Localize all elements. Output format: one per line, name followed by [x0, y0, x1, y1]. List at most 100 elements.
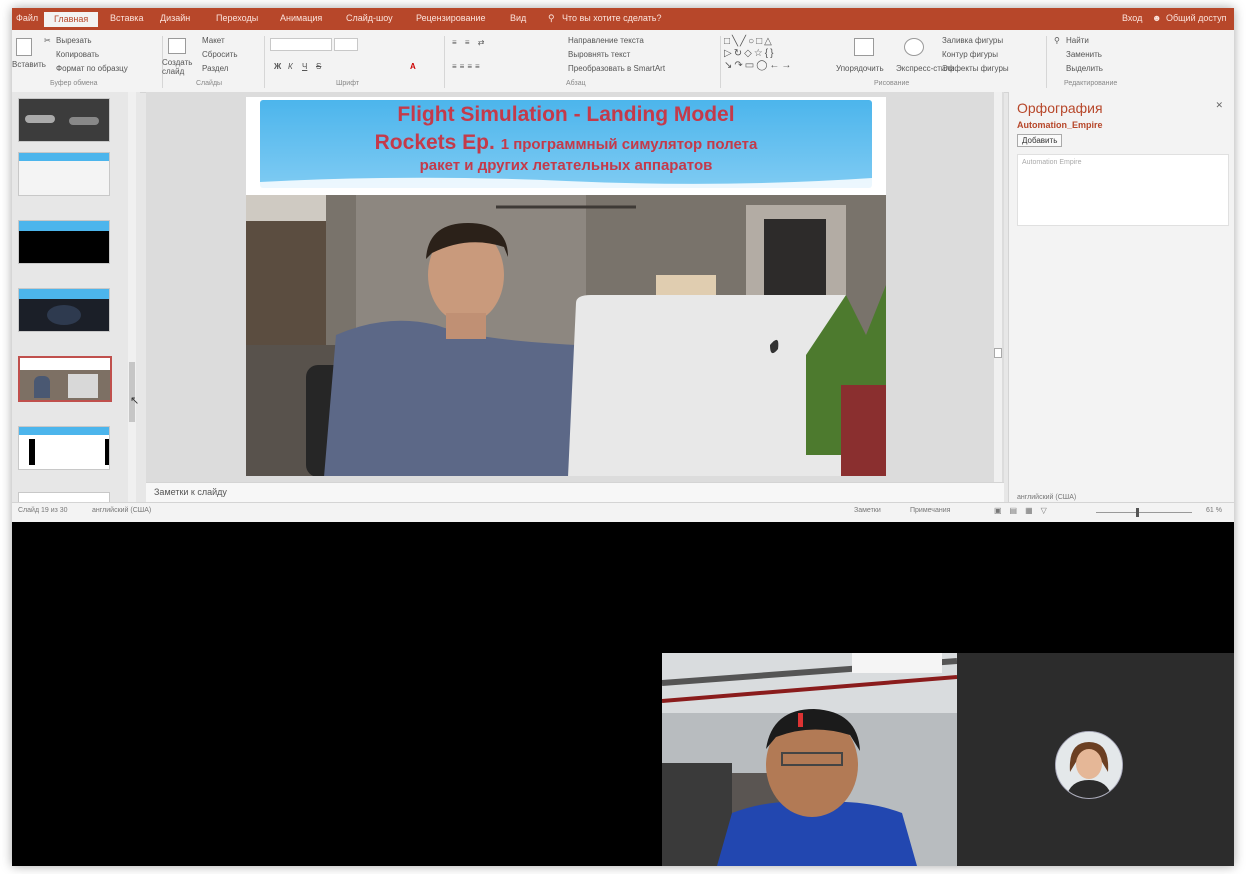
powerpoint-window: Файл Главная Вставка Дизайн Переходы Ани… [12, 8, 1234, 522]
participant-avatar[interactable] [1055, 731, 1123, 799]
drawing-group-label: Рисование [874, 80, 910, 87]
sign-in-link[interactable]: Вход [1122, 13, 1142, 23]
banner-wave-decoration [260, 177, 872, 188]
tell-me-search[interactable]: Что вы хотите сделать? [562, 13, 662, 23]
slide-video-image [246, 195, 886, 476]
layout-button[interactable]: Макет [202, 36, 225, 45]
shape-fill-button[interactable]: Заливка фигуры [942, 36, 1003, 45]
find-button[interactable]: Найти [1066, 36, 1089, 45]
copy-button[interactable]: Копировать [56, 50, 99, 59]
participant-video-image [662, 653, 957, 866]
clipboard-group-label: Буфер обмена [50, 80, 98, 87]
text-direction-button[interactable]: Направление текста [568, 36, 644, 45]
thumb-car-shape [25, 115, 55, 123]
thumb-document-shape [29, 439, 109, 465]
thumb-monitor-shape [68, 374, 98, 398]
tab-home[interactable]: Главная [44, 12, 99, 27]
select-button[interactable]: Выделить [1066, 64, 1103, 73]
suggestions-list[interactable]: Automation Empire [1017, 154, 1229, 226]
strikethrough-button[interactable]: S [316, 62, 321, 71]
participant-video-tile[interactable] [662, 653, 957, 866]
notes-toggle[interactable]: Заметки [854, 507, 881, 514]
slide-scroll-thumb[interactable] [994, 348, 1002, 358]
status-language[interactable]: английский (США) [92, 507, 151, 514]
slide-title-latin: Rockets Ep. [374, 131, 495, 154]
zoom-level[interactable]: 61 % [1206, 507, 1222, 514]
paragraph-group-label: Абзац [566, 80, 586, 87]
font-group-label: Шрифт [336, 80, 360, 87]
group-divider [720, 36, 721, 88]
font-size-box[interactable] [334, 38, 358, 51]
align-icons[interactable]: ≡≡≡≡ [452, 62, 483, 71]
tab-design[interactable]: Дизайн [160, 13, 190, 23]
notes-pane[interactable]: Заметки к слайду [146, 482, 1004, 503]
spelling-task-pane: Орфография ✕ Automation_Empire Добавить … [1008, 92, 1234, 502]
shape-outline-button[interactable]: Контур фигуры [942, 50, 998, 59]
new-slide-icon[interactable] [168, 38, 186, 54]
comments-toggle[interactable]: Примечания [910, 507, 950, 514]
tab-review[interactable]: Рецензирование [416, 13, 486, 23]
suggestion-item[interactable]: Automation Empire [1022, 159, 1082, 166]
user-icon: ☻ [1152, 13, 1162, 23]
arrange-icon[interactable] [854, 38, 874, 56]
group-divider [1046, 36, 1047, 88]
section-button[interactable]: Раздел [202, 64, 228, 73]
slide-thumbnails-pane: ↖ [12, 92, 140, 504]
shapes-gallery[interactable]: □╲╱○□△ ▷↻◇☆{} ↘↷▭◯←→ [724, 36, 820, 76]
font-name-box[interactable] [270, 38, 332, 51]
reset-button[interactable]: Сбросить [202, 50, 238, 59]
thumb-car-shape [69, 117, 99, 125]
smartart-button[interactable]: Преобразовать в SmartArt [568, 64, 665, 73]
slide-thumbnail[interactable] [18, 152, 110, 196]
slide-counter: Слайд 19 из 30 [18, 507, 68, 514]
slide-thumbnail[interactable] [18, 220, 110, 264]
slide-thumbnail[interactable] [18, 98, 110, 142]
font-color-icon[interactable]: A [410, 62, 416, 71]
cut-button[interactable]: Вырезать [56, 36, 92, 45]
tab-insert[interactable]: Вставка [110, 13, 143, 23]
align-text-button[interactable]: Выровнять текст [568, 50, 630, 59]
italic-button[interactable]: К [288, 62, 293, 71]
thumbnails-scroll-thumb[interactable] [129, 362, 135, 422]
tab-file[interactable]: Файл [16, 13, 38, 23]
zoom-slider[interactable] [1096, 512, 1192, 513]
group-divider [264, 36, 265, 88]
new-slide-button[interactable]: Создать слайд [162, 58, 198, 76]
tab-animation[interactable]: Анимация [280, 13, 322, 23]
bold-button[interactable]: Ж [274, 62, 281, 71]
slide-title-line-2: Rockets Ep. 1 программный симулятор поле… [260, 131, 872, 155]
share-button[interactable]: Общий доступ [1166, 13, 1226, 23]
tab-slideshow[interactable]: Слайд-шоу [346, 13, 393, 23]
close-icon[interactable]: ✕ [1215, 100, 1223, 111]
notes-placeholder: Заметки к слайду [154, 487, 227, 497]
shape-effects-button[interactable]: Эффекты фигуры [942, 64, 1009, 73]
arrange-button[interactable]: Упорядочить [836, 64, 884, 73]
slide-thumbnail[interactable] [18, 288, 110, 332]
quick-styles-icon[interactable] [904, 38, 924, 56]
tab-view[interactable]: Вид [510, 13, 526, 23]
tab-transitions[interactable]: Переходы [216, 13, 258, 23]
underline-button[interactable]: Ч [302, 62, 307, 71]
bullets-icon[interactable]: ≡ ≡ ⇄ [452, 38, 487, 47]
participant-avatar-tile[interactable] [957, 653, 1234, 866]
replace-button[interactable]: Заменить [1066, 50, 1102, 59]
current-slide[interactable]: Flight Simulation - Landing Model Rocket… [246, 97, 886, 476]
editing-group-label: Редактирование [1064, 80, 1118, 87]
task-pane-title: Орфография [1017, 100, 1103, 116]
group-divider [444, 36, 445, 88]
paste-button[interactable]: Вставить [12, 60, 46, 69]
add-to-dictionary-button[interactable]: Добавить [1017, 134, 1063, 147]
zoom-slider-thumb[interactable] [1136, 508, 1139, 517]
slide-title-banner: Flight Simulation - Landing Model Rocket… [260, 100, 872, 188]
dictionary-language: английский (США) [1017, 494, 1077, 501]
slide-thumbnail[interactable] [18, 426, 110, 470]
slide-scrollbar[interactable] [994, 92, 1002, 482]
view-buttons[interactable]: ▣▤▦▽ [994, 506, 1055, 515]
format-painter-button[interactable]: Формат по образцу [56, 64, 128, 73]
avatar-image [1056, 732, 1122, 798]
slide-thumbnail-selected[interactable] [18, 356, 112, 402]
paste-icon[interactable] [16, 38, 32, 56]
thumbnails-scrollbar[interactable] [128, 92, 136, 502]
thumb-person-shape [34, 376, 50, 398]
mouse-cursor-icon: ↖ [130, 395, 140, 407]
